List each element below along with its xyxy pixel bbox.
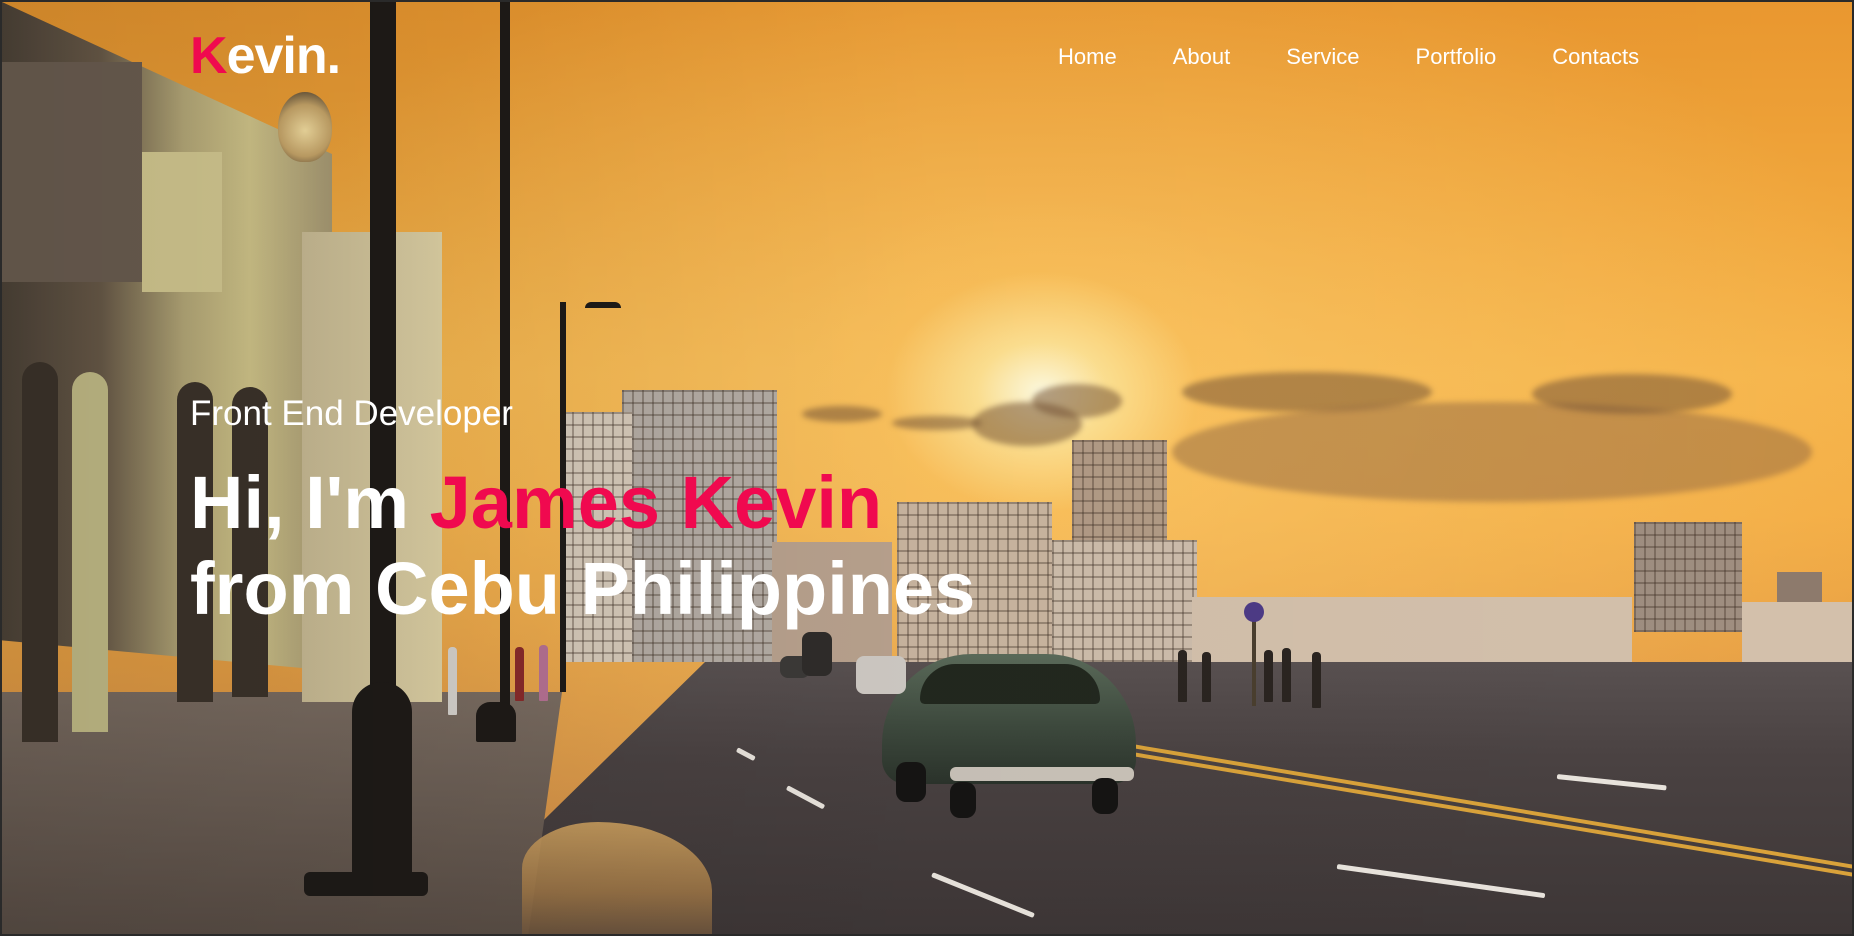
hero-name: James Kevin (429, 461, 883, 544)
logo-accent-letter: K (190, 27, 228, 85)
site-logo[interactable]: Kevin. (190, 26, 341, 86)
role-subtitle: Front End Developer (190, 394, 513, 433)
nav-link-portfolio[interactable]: Portfolio (1416, 44, 1497, 70)
nav-link-service[interactable]: Service (1286, 44, 1359, 70)
hero-intro: Front End Developer Hi, I'm James Kevin … (190, 394, 975, 632)
nav-link-home[interactable]: Home (1058, 44, 1117, 70)
nav-link-about[interactable]: About (1173, 44, 1231, 70)
hero-headline: Hi, I'm James Kevin from Cebu Philippine… (190, 460, 975, 632)
hero-location: from Cebu Philippines (190, 547, 976, 630)
hero-section: Kevin. Home About Service Portfolio Cont… (0, 0, 1854, 936)
nav-link-contacts[interactable]: Contacts (1552, 44, 1639, 70)
logo-text: evin. (226, 27, 341, 85)
main-navigation: Home About Service Portfolio Contacts (1058, 44, 1639, 70)
greeting-text: Hi, I'm (190, 461, 430, 544)
